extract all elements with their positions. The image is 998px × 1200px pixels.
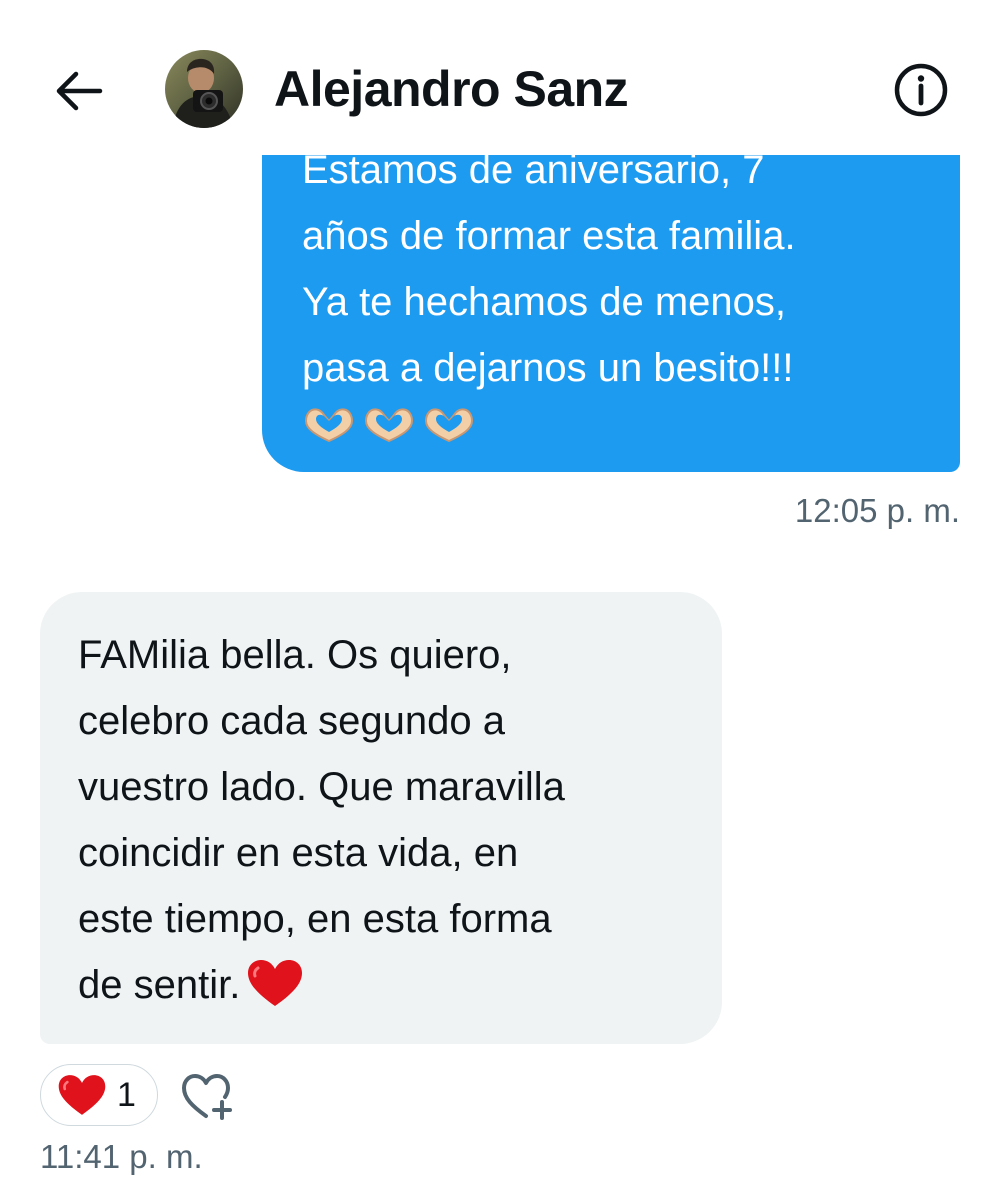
heart-hands-emoji [304,408,354,443]
received-message-line: FAMilia bella. Os quiero, [78,633,512,677]
red-heart-emoji [248,960,303,1006]
heart-reaction-pill[interactable]: 1 [40,1064,158,1126]
arrow-left-icon[interactable] [50,62,108,120]
contact-name[interactable]: Alejandro Sanz [274,56,629,122]
sent-message-line: Ya te hechamos de menos, [302,280,786,324]
reaction-count: 1 [117,1075,136,1114]
received-message-line: coincidir en esta vida, en [78,831,519,875]
heart-hands-emoji [364,408,414,443]
received-message-line: este tiempo, en esta forma [78,897,552,941]
received-message-bubble[interactable]: FAMilia bella. Os quiero, celebro cada s… [40,592,722,1044]
received-message-timestamp: 11:41 p. m. [40,1138,203,1175]
received-message-line: de sentir. [78,963,241,1007]
heart-hands-emoji-group [304,408,474,443]
received-message-line: celebro cada segundo a [78,699,505,743]
info-circle-icon[interactable] [893,62,949,118]
sent-message-line: años de formar esta familia. [302,214,796,258]
avatar-photo [165,50,243,128]
avatar[interactable] [165,50,243,128]
sent-message-timestamp: 12:05 p. m. [794,492,960,529]
received-message-last-line: de sentir. [78,952,702,1018]
conversation-header: Alejandro Sanz [0,0,998,155]
red-heart-icon [58,1075,106,1115]
add-reaction-heart-plus-icon[interactable] [180,1072,236,1122]
heart-hands-emoji-row [302,399,936,467]
sent-message-line: pasa a dejarnos un besito!!! [302,346,794,390]
received-message-line: vuestro lado. Que maravilla [78,765,565,809]
heart-hands-emoji [424,408,474,443]
conversation-thread: Estamos de aniversario, 7 años de formar… [0,0,998,1200]
